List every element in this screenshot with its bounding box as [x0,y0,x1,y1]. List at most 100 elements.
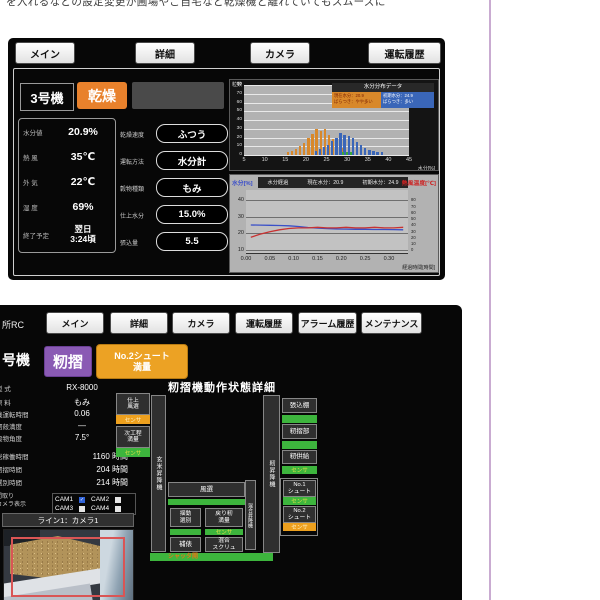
setting-value-box: 15.0% [156,205,228,224]
histogram-bar [356,142,358,155]
huller-flow-diagram: 仕上 風選センサ次工程 満量センサ玄米昇降機混合昇降機籾昇降機風選揺動 選別戻り… [0,305,462,600]
trend-y-right-tick: 20 [411,235,416,240]
histogram-y-tick: 50 [230,108,242,113]
stat-label: 水分値 [23,127,55,137]
trend-y-right-tick: 50 [411,216,416,221]
histogram-legend: 水分分布データ現在水分：20.9ばらつき：やや多い初期水分：24.9ばらつき：多… [332,83,434,108]
nav-maintenance-button[interactable]: メンテナンス [361,312,422,334]
trend-x-tick: 0.20 [331,256,351,262]
trend-y-left-tick: 20 [232,230,244,236]
screenshot-root: を入れるなどの設定変更が圃場やご自宅など乾燥機と離れていてもスムーズに 3号機 … [0,0,600,600]
diagram-unit-next-process-full: 次工程 満量 [116,426,150,448]
dryer-machine-name: 3号機 [20,83,74,111]
nav-main-button[interactable]: メイン [15,42,75,64]
diagram-status-chute-2: センサ [283,523,316,531]
histogram-y-tick: 10 [230,143,242,148]
histogram-bar [311,134,313,155]
histogram-x-tick: 40 [381,157,395,163]
nav-details-button[interactable]: 詳細 [135,42,195,64]
stat-value: 35℃ [55,151,111,163]
histogram-bar [295,149,297,155]
diagram-unit-chute-2: No.2 シュート [283,506,316,523]
histogram-bar [331,141,333,155]
stat-label: 終了予定 [23,230,55,240]
dryer-empty-slot [132,82,224,109]
nav-camera-button[interactable]: カメラ [250,42,310,64]
trend-header-item: 初期水分：24.9 [362,179,398,186]
stat-row: 熱 風35℃ [23,151,111,163]
stat-value: 69% [55,201,111,213]
trend-header-item: 水分経過 [268,179,289,186]
diagram-elevator-paddy-elevator: 籾昇降機 [263,395,280,553]
nav-operation-history-button[interactable]: 運転履歴 [235,312,293,334]
moisture-histogram: 0102030405060708051015202530354045粒数水分[%… [229,79,439,171]
diagram-status-finish-winnower: センサ [116,415,150,424]
histogram-bar [335,138,337,156]
setting-label: 乾燥速度 [120,130,156,139]
setting-value-box: ふつう [156,124,228,143]
diagram-unit-bale-unit: 補俵 [170,537,201,552]
histogram-gridline [244,138,409,139]
trend-x-tick: 0.05 [260,256,280,262]
nav-main-button[interactable]: メイン [46,312,104,334]
diagram-status-rocking-separator [170,529,201,535]
setting-value-box: 5.5 [156,232,228,251]
nav-details-button[interactable]: 詳細 [110,312,168,334]
histogram-y-tick: 60 [230,100,242,105]
trend-lines-svg [246,190,408,253]
diagram-status-paddy-supply: センサ [282,466,317,474]
histogram-legend-entry: 初期水分：24.9ばらつき：多い [381,92,434,108]
trend-y-right-tick: 80 [411,197,416,202]
histogram-y-axis-label: 粒数 [232,81,242,88]
trend-y-left-tick: 40 [232,197,244,203]
trend-x-tick: 0.00 [236,256,256,262]
trend-y-left-tick: 30 [232,214,244,220]
histogram-bar [303,143,305,155]
diagram-unit-hulling-section: 籾摺部 [282,424,317,439]
trend-y-right-tick: 0 [411,247,413,252]
histogram-x-tick: 10 [258,157,272,163]
histogram-bar [291,151,293,155]
trend-y-right-label: 熱風温度[℃] [402,178,436,187]
diagram-unit-rocking-separator: 揺動 選別 [170,508,201,527]
diagram-status-next-process-full: センサ [116,448,150,457]
stat-value: 22℃ [55,176,111,188]
dryer-mode-badge: 乾燥 [77,82,127,109]
page-header-text: を入れるなどの設定変更が圃場やご自宅など乾燥機と離れていてもスムーズに [6,0,386,9]
histogram-x-tick: 25 [320,157,334,163]
diagram-unit-mixing-screw: 混合 スクリュ [205,537,243,552]
diagram-unit-paddy-supply: 籾供給 [282,450,317,464]
moisture-trend-chart: 10203040010203040506070800.000.050.100.1… [229,174,439,273]
histogram-legend-row: 現在水分：20.9ばらつき：やや多い初期水分：24.9ばらつき：多い [332,92,434,108]
diagram-status-loading-hopper [282,415,317,423]
stat-row: 湿 度69% [23,201,111,213]
dryer-status-board: 3号機 乾燥 水分値20.9%熱 風35℃外 気22℃湿 度69%終了予定翌日 … [13,68,440,276]
histogram-bar [360,145,362,155]
trend-x-axis-label: 経過時間[時間] [402,264,435,271]
nav-alarm-history-button[interactable]: アラーム履歴 [298,312,357,334]
stat-row: 外 気22℃ [23,176,111,188]
trend-y-right-tick: 60 [411,210,416,215]
histogram-x-tick: 15 [278,157,292,163]
setting-value-box: もみ [156,178,228,197]
trend-header-bar: 水分経過現在水分：20.9初期水分：24.9 [258,177,408,188]
trend-y-right-tick: 10 [411,241,416,246]
histogram-y-tick: 70 [230,91,242,96]
trend-x-tick: 0.15 [307,256,327,262]
diagram-unit-loading-hopper: 張込棚 [282,398,317,413]
trend-y-right-tick: 70 [411,204,416,209]
histogram-legend-entry: 現在水分：20.9ばらつき：やや多い [332,92,381,108]
histogram-y-tick: 40 [230,117,242,122]
nav-operation-history-button[interactable]: 運転履歴 [368,42,441,64]
histogram-bar [346,152,348,156]
nav-camera-button[interactable]: カメラ [172,312,230,334]
diagram-status-hulling-section [282,441,317,449]
histogram-bar [342,152,344,155]
histogram-x-tick: 45 [402,157,416,163]
histogram-x-tick: 20 [299,157,313,163]
histogram-bar [327,145,329,156]
trend-x-tick: 0.10 [284,256,304,262]
setting-label: 仕上水分 [120,211,156,220]
trend-y-right-tick: 40 [411,222,416,227]
histogram-bar [315,151,317,155]
